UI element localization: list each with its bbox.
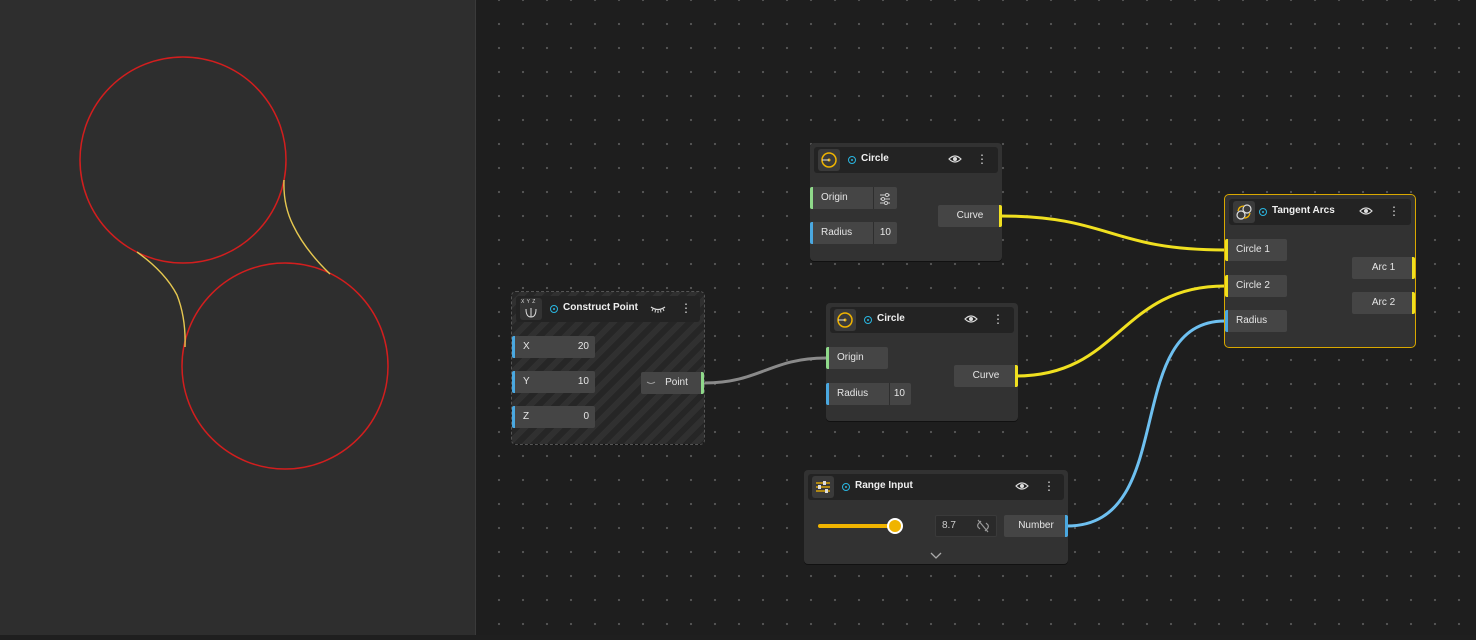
port-label: Radius (837, 388, 869, 399)
radius-value[interactable]: 10 (880, 222, 891, 244)
tangent-arcs-node[interactable]: Tangent Arcs ⋮ Circle 1 Circle 2 Radius … (1224, 194, 1416, 348)
slider-track (818, 524, 893, 528)
node-title: Range Input (855, 480, 913, 491)
radius-input[interactable]: Radius 10 (810, 222, 897, 244)
port-label: Radius (821, 227, 853, 238)
circle-node-b[interactable]: Circle ⋮ Origin Radius 10 Curve (826, 303, 1018, 421)
y-input[interactable]: Y 10 (512, 371, 595, 393)
slider-thumb[interactable] (887, 518, 903, 534)
eye-closed-icon (646, 372, 656, 403)
radius-input[interactable]: Radius (1225, 310, 1287, 332)
node-header[interactable]: Tangent Arcs ⋮ (1229, 199, 1411, 225)
range-slider[interactable] (818, 516, 914, 536)
port-label: Circle 1 (1236, 244, 1270, 255)
node-title: Circle (877, 313, 905, 324)
eye-icon[interactable] (964, 312, 978, 329)
viewport-tangent-arc-2 (136, 251, 186, 348)
number-output[interactable]: Number (1004, 515, 1068, 537)
range-input-node[interactable]: Range Input ⋮ 8.7 Number (804, 470, 1068, 564)
radius-value[interactable]: 10 (894, 383, 905, 405)
node-header[interactable]: Circle ⋮ (814, 147, 998, 173)
more-vertical-icon[interactable]: ⋮ (680, 301, 692, 315)
node-header[interactable]: X Y Z Construct Point ⋮ (516, 296, 700, 322)
port-label: Origin (837, 352, 864, 363)
more-vertical-icon[interactable]: ⋮ (976, 152, 988, 166)
sliders-icon[interactable] (878, 187, 892, 218)
circle-icon (834, 309, 856, 331)
node-title: Construct Point (563, 302, 638, 313)
port-label: Point (665, 377, 688, 388)
viewport-geometry (79, 56, 389, 470)
circle-1-input[interactable]: Circle 1 (1225, 239, 1287, 261)
circle-icon (818, 149, 840, 171)
viewport-circle-2 (181, 262, 389, 470)
port-label: Radius (1236, 315, 1268, 326)
origin-input[interactable]: Origin (810, 187, 897, 209)
viewport-circle-1 (79, 56, 287, 264)
port-label: X (523, 341, 530, 352)
construct-point-node[interactable]: X Y Z Construct Point ⋮ X 20 Y 10 Z 0 Po… (511, 291, 705, 445)
node-header[interactable]: Range Input ⋮ (808, 474, 1064, 500)
circle-2-input[interactable]: Circle 2 (1225, 275, 1287, 297)
tangent-arcs-icon (1233, 201, 1255, 223)
z-input[interactable]: Z 0 (512, 406, 595, 428)
number-field[interactable]: 8.7 (935, 515, 997, 537)
3d-viewport[interactable] (0, 0, 476, 635)
status-dot-icon (864, 316, 872, 324)
eye-icon[interactable] (1015, 479, 1029, 496)
port-label: Z (523, 411, 530, 422)
port-label: Circle 2 (1236, 280, 1270, 291)
node-title: Circle (861, 153, 889, 164)
point-output[interactable]: Point (641, 372, 704, 394)
radius-input[interactable]: Radius 10 (826, 383, 911, 405)
origin-input[interactable]: Origin (826, 347, 888, 369)
node-header[interactable]: Circle ⋮ (830, 307, 1014, 333)
x-value[interactable]: 20 (578, 336, 589, 358)
port-label: Origin (821, 192, 848, 203)
status-dot-icon (550, 305, 558, 313)
more-vertical-icon[interactable]: ⋮ (1043, 479, 1055, 493)
eye-icon[interactable] (1359, 204, 1373, 221)
xyz-axis-icon: X Y Z (520, 298, 542, 320)
status-dot-icon (842, 483, 850, 491)
sliders-icon (812, 476, 834, 498)
node-title: Tangent Arcs (1272, 205, 1335, 216)
status-dot-icon (848, 156, 856, 164)
curve-output[interactable]: Curve (954, 365, 1018, 387)
chevron-down-icon[interactable] (929, 548, 943, 566)
x-input[interactable]: X 20 (512, 336, 595, 358)
eye-closed-icon[interactable] (650, 301, 666, 318)
circle-node-a[interactable]: Circle ⋮ Origin Radius 10 Curve (810, 143, 1002, 261)
z-value[interactable]: 0 (583, 406, 589, 428)
arc-1-output[interactable]: Arc 1 (1352, 257, 1415, 279)
y-value[interactable]: 10 (578, 371, 589, 393)
more-vertical-icon[interactable]: ⋮ (1388, 204, 1400, 218)
port-label: Y (523, 376, 530, 387)
eye-icon[interactable] (948, 152, 962, 169)
link-off-icon[interactable] (976, 516, 990, 544)
viewport-tangent-arc-1 (283, 179, 331, 275)
curve-output[interactable]: Curve (938, 205, 1002, 227)
status-dot-icon (1259, 208, 1267, 216)
arc-2-output[interactable]: Arc 2 (1352, 292, 1415, 314)
number-value[interactable]: 8.7 (942, 520, 956, 531)
more-vertical-icon[interactable]: ⋮ (992, 312, 1004, 326)
